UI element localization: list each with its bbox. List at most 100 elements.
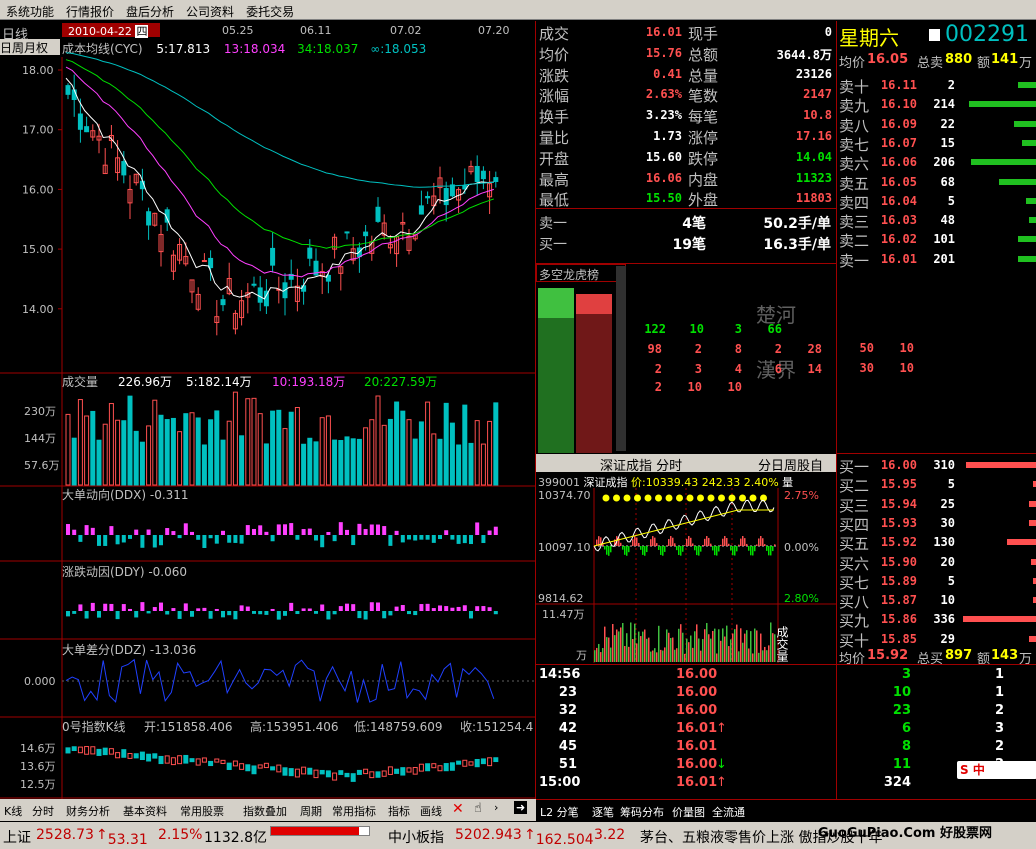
tab-each[interactable]: 逐笔 — [592, 804, 614, 820]
volume-bar — [195, 417, 201, 486]
menu-analysis[interactable]: 盘后分析 — [120, 0, 180, 20]
menu-company[interactable]: 公司资料 — [180, 0, 240, 20]
menu-bar: 系统功能 行情报价 盘后分析 公司资料 委托交易 — [0, 0, 1036, 20]
ddy-bar — [487, 607, 492, 611]
intraday-flow-bar — [674, 543, 676, 546]
tick-count: 2 — [994, 703, 1004, 718]
signal-dot — [749, 494, 757, 502]
ddy-bar — [332, 611, 337, 615]
buy-volume: 336 — [933, 612, 955, 627]
index-open: 开:151858.406 — [144, 720, 233, 734]
tick-toolbar: L2 分笔 逐笔 筹码分布 价量图 全流通 — [536, 799, 1036, 821]
intraday-flow-bar — [634, 536, 636, 546]
ddz-tick: 0.000 — [24, 675, 56, 688]
index-candle — [189, 758, 195, 763]
arrow-right-icon[interactable]: ➜ — [514, 801, 528, 814]
chevron-right-icon[interactable]: › — [494, 801, 498, 814]
index-candle — [363, 768, 369, 775]
tool-overlay[interactable]: 指数叠加 — [243, 803, 287, 819]
price-tick: 15.00 — [22, 243, 54, 256]
ddy-bar — [394, 606, 399, 611]
intraday-vol-bar — [648, 637, 650, 662]
intraday-vol-bar — [752, 653, 754, 662]
intraday-vol-bar — [612, 624, 614, 662]
sell1-stat-label: 卖一 — [539, 216, 567, 232]
tick-volume: 11 — [892, 757, 911, 772]
index-candle — [65, 747, 71, 754]
menu-quote[interactable]: 行情报价 — [60, 0, 120, 20]
tool-timeshare[interactable]: 分时 — [32, 803, 54, 819]
intraday-vol-bar — [598, 643, 600, 662]
ddy-bar — [289, 602, 294, 611]
ddy-bar — [115, 611, 120, 620]
dragon-number: 66 — [767, 322, 782, 336]
index-candle — [208, 760, 214, 767]
intraday-flow-bar — [660, 546, 662, 555]
volume-bar — [146, 425, 152, 486]
intraday-flow-bar — [606, 546, 608, 555]
tool-finance[interactable]: 财务分析 — [66, 803, 110, 819]
tick-volume: 3 — [901, 667, 911, 682]
intraday-vol-bar — [720, 640, 722, 662]
quote-label: 现手 — [688, 25, 719, 43]
buy-volume: 130 — [933, 535, 955, 550]
index-tick: 13.6万 — [20, 760, 56, 773]
tool-indicators[interactable]: 常用指标 — [332, 803, 376, 819]
tool-favorites[interactable]: 常用股票 — [180, 803, 224, 819]
buy-level-label: 买六 — [839, 554, 870, 573]
tick-time: 14:56 — [539, 667, 581, 682]
dragon-panel: 多空龙虎榜 楚河 漢界 1221036698282281501023461420… — [536, 263, 836, 453]
tab-float[interactable]: 全流通 — [712, 804, 745, 820]
volume-bar — [375, 395, 381, 486]
tool-draw[interactable]: 画线 — [420, 803, 442, 819]
index-tick: 14.6万 — [20, 742, 56, 755]
tab-chips[interactable]: 筹码分布 — [620, 804, 664, 820]
index-candle — [462, 759, 468, 767]
intraday-flow-bar — [680, 546, 682, 556]
tab-pricevol[interactable]: 价量图 — [672, 804, 705, 820]
menu-system[interactable]: 系统功能 — [0, 0, 60, 20]
sell-volume: 5 — [947, 193, 955, 208]
sell-volume: 214 — [933, 97, 955, 112]
ddx-bar — [475, 522, 480, 535]
intraday-flow-bar — [666, 545, 668, 546]
dragon-number: 122 — [644, 322, 666, 336]
dragon-scrollbar[interactable] — [616, 266, 626, 451]
tool-period[interactable]: 周期 — [300, 803, 322, 819]
ddy-bar — [419, 604, 424, 611]
tool-indicator[interactable]: 指标 — [388, 803, 410, 819]
kline-panel[interactable]: 日线 2010-04-22 四 05.25 06.11 07.02 07.20 … — [0, 21, 536, 799]
sell-depth-bar — [1014, 120, 1036, 127]
close-icon[interactable]: ✕ — [452, 801, 464, 817]
intraday-vol-unit: 万 — [576, 649, 587, 662]
intraday-flow-bar — [610, 546, 612, 553]
tool-kline[interactable]: K线 — [4, 803, 22, 819]
buy1-avg: 16.3手/单 — [763, 237, 831, 253]
tab-l2[interactable]: L2 分笔 — [540, 804, 579, 820]
ddx-bar — [320, 535, 325, 548]
volume-bar — [406, 419, 412, 486]
ddx-bar — [438, 535, 442, 540]
intraday-flow-bar — [670, 536, 672, 546]
quote-value: 1.73 — [653, 129, 682, 143]
menu-trade[interactable]: 委托交易 — [240, 0, 300, 20]
dragon-number: 4 — [734, 362, 742, 376]
tick-time: 15:00 — [539, 775, 581, 790]
index-candle — [425, 763, 431, 772]
sell-depth-bar — [1022, 139, 1036, 146]
tool-basic[interactable]: 基本资料 — [123, 803, 167, 819]
hand-icon[interactable]: ☝ — [474, 801, 482, 816]
doc-icon[interactable] — [929, 29, 940, 41]
ddy-bar — [202, 607, 207, 611]
buy-level-label: 买二 — [839, 477, 870, 496]
ddy-bar — [314, 611, 318, 614]
ddy-bar — [357, 611, 362, 619]
tick-count: 3 — [994, 721, 1004, 736]
ddy-bar — [208, 611, 213, 619]
intraday-panel[interactable]: 深证成指 分时 分日周股自 399001 深证成指 价:10339.43 242… — [536, 454, 836, 663]
ddx-bar — [326, 531, 331, 535]
volume-bar — [381, 424, 387, 486]
buy-volume: 310 — [933, 458, 955, 472]
ddx-bar — [128, 535, 132, 539]
ddx-bar — [487, 530, 492, 535]
